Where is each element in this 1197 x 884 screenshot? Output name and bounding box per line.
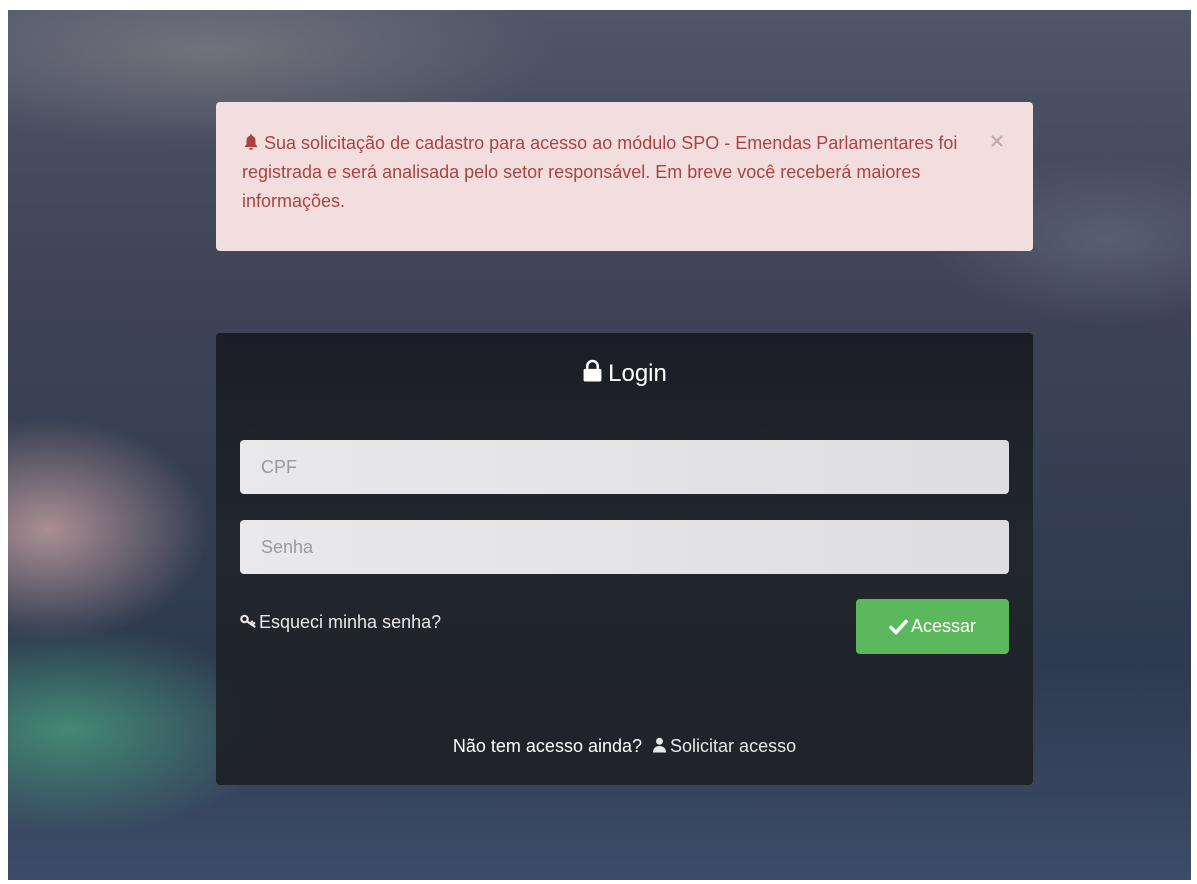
password-input[interactable] [240,520,1009,574]
cpf-input[interactable] [240,440,1009,494]
lock-icon [583,359,602,382]
request-access-link[interactable]: Solicitar acesso [652,736,796,756]
alert-message: Sua solicitação de cadastro para acesso … [242,133,958,211]
login-title: Login [216,359,1033,389]
close-icon[interactable] [989,133,1005,149]
check-icon [889,619,908,634]
request-access-label: Solicitar acesso [670,736,797,756]
login-panel: Login Esqueci minha senha? Acessar Não t… [216,333,1033,785]
no-access-question: Não tem acesso ainda? [452,736,643,756]
user-icon [653,737,667,753]
bell-icon [244,134,258,150]
submit-button[interactable]: Acessar [856,599,1009,654]
forgot-password-label: Esqueci minha senha? [259,612,442,632]
key-icon [240,614,256,628]
request-access-footer: Não tem acesso ainda? Solicitar acesso [216,734,1033,758]
forgot-password-link[interactable]: Esqueci minha senha? [240,611,441,633]
submit-label: Acessar [910,616,977,636]
login-title-text: Login [608,360,667,387]
registration-alert: Sua solicitação de cadastro para acesso … [216,102,1033,251]
